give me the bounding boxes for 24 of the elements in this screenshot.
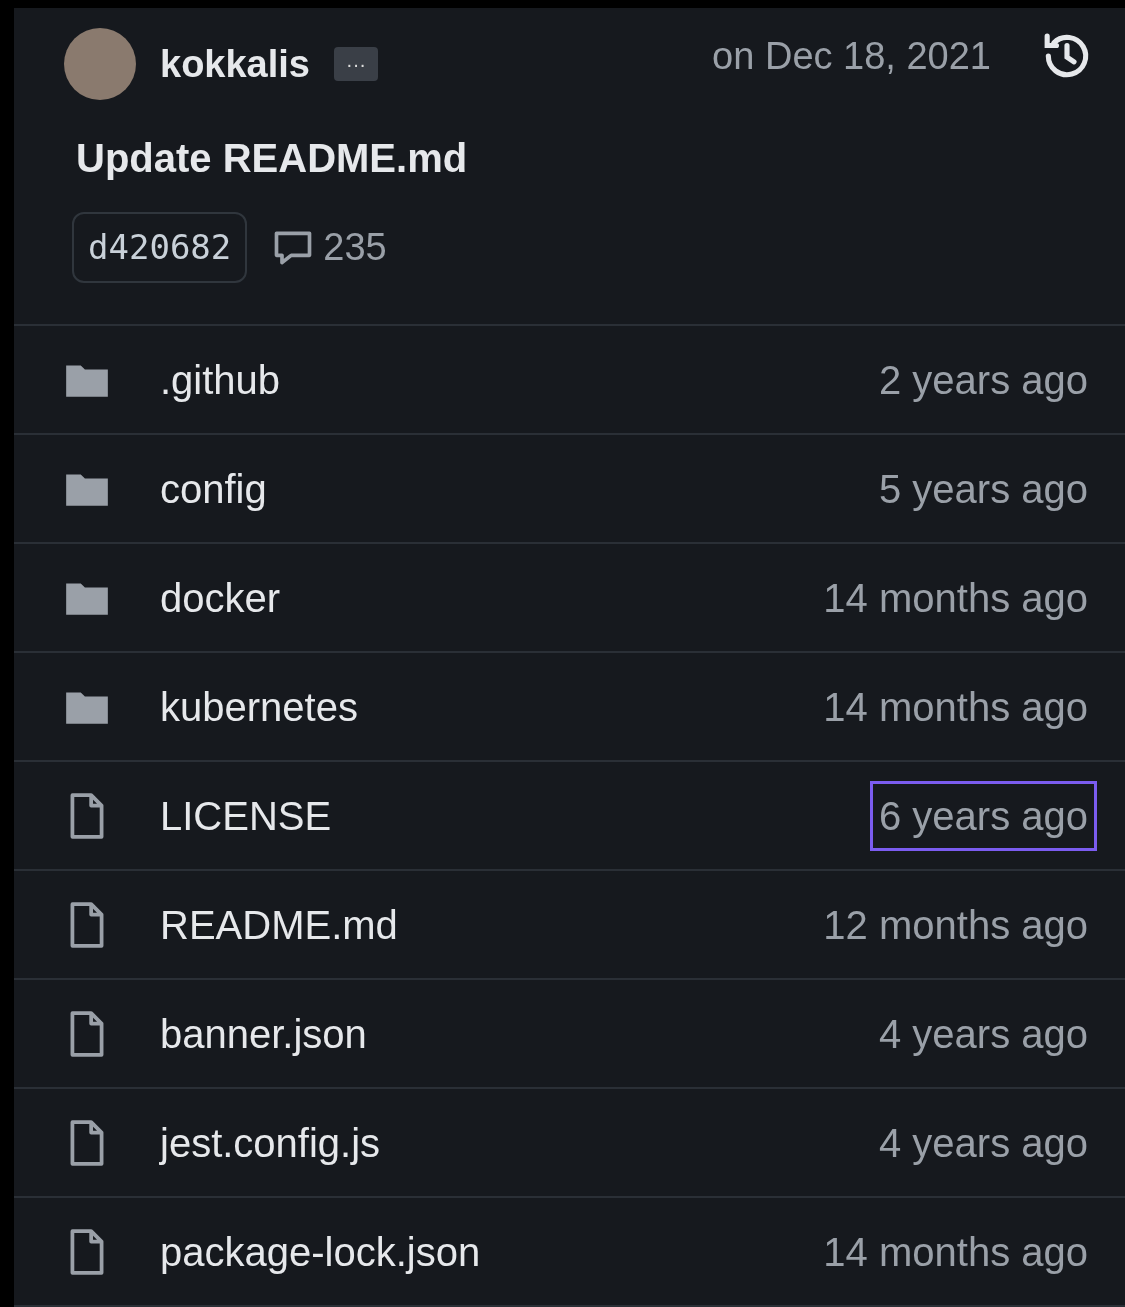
last-modified: 14 months ago xyxy=(822,1228,1089,1276)
file-name[interactable]: banner.json xyxy=(160,1003,367,1064)
file-name[interactable]: .github xyxy=(160,349,281,410)
last-modified: 4 years ago xyxy=(877,1010,1089,1058)
last-modified: 14 months ago xyxy=(822,574,1089,622)
commit-sha[interactable]: d420682 xyxy=(72,212,248,283)
file-name[interactable]: docker xyxy=(160,567,281,628)
more-button[interactable]: ··· xyxy=(334,47,378,81)
file-name[interactable]: LICENSE xyxy=(160,785,332,846)
file-name[interactable]: jest.config.js xyxy=(160,1112,381,1173)
file-name[interactable]: kubernetes xyxy=(160,676,358,737)
last-modified: 4 years ago xyxy=(877,1119,1089,1167)
author-name[interactable]: kokkalis xyxy=(160,35,310,93)
commit-message: Update README.md xyxy=(76,135,469,182)
commit-date: on Dec 18, 2021 xyxy=(712,34,991,79)
last-modified: 14 months ago xyxy=(822,683,1089,731)
file-name[interactable]: package-lock.json xyxy=(160,1221,481,1282)
file-name[interactable]: README.md xyxy=(160,894,398,955)
last-modified: 6 years ago xyxy=(869,780,1097,851)
last-modified: 12 months ago xyxy=(822,901,1089,949)
file-name[interactable]: config xyxy=(160,458,267,519)
comment-count[interactable]: 235 xyxy=(323,219,387,276)
last-modified: 5 years ago xyxy=(877,465,1089,513)
last-modified: 2 years ago xyxy=(877,356,1089,404)
